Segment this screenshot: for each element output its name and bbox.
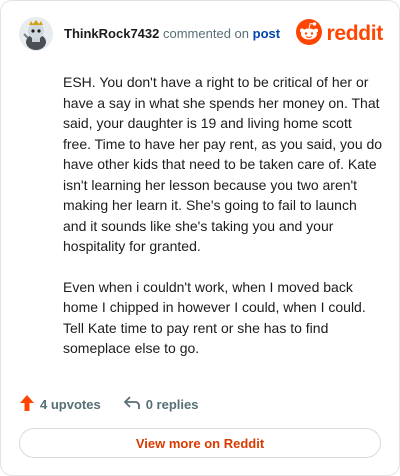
comment-body: ESH. You don't have a right to be critic… xyxy=(63,72,383,379)
reddit-logo-icon xyxy=(296,18,323,50)
comment-embed-card: ThinkRock7432 commented on post reddit E… xyxy=(0,0,400,476)
post-link[interactable]: post xyxy=(253,26,280,41)
comment-paragraph-1: ESH. You don't have a right to be critic… xyxy=(63,74,383,254)
reply-arrow-icon xyxy=(123,395,146,414)
commented-on-text: commented on xyxy=(163,26,249,41)
comment-meta: ThinkRock7432 commented on post xyxy=(64,26,280,41)
reddit-wordmark: reddit xyxy=(326,22,383,45)
view-more-button[interactable]: View more on Reddit xyxy=(19,428,381,458)
upvote-arrow-icon xyxy=(19,394,40,415)
comment-paragraph-2: Even when i couldn't work, when I moved … xyxy=(63,278,366,357)
upvotes-count: 4 upvotes xyxy=(40,396,101,412)
replies-count: 0 replies xyxy=(145,396,199,412)
upvote-button[interactable]: 4 upvotes xyxy=(19,394,101,415)
username-link[interactable]: ThinkRock7432 xyxy=(64,26,159,41)
avatar[interactable] xyxy=(19,17,53,51)
comment-actions: 4 upvotes 0 replies xyxy=(19,393,198,415)
comment-header: ThinkRock7432 commented on post reddit xyxy=(19,15,385,55)
replies-button[interactable]: 0 replies xyxy=(123,395,199,414)
reddit-brand-link[interactable]: reddit xyxy=(296,18,383,50)
